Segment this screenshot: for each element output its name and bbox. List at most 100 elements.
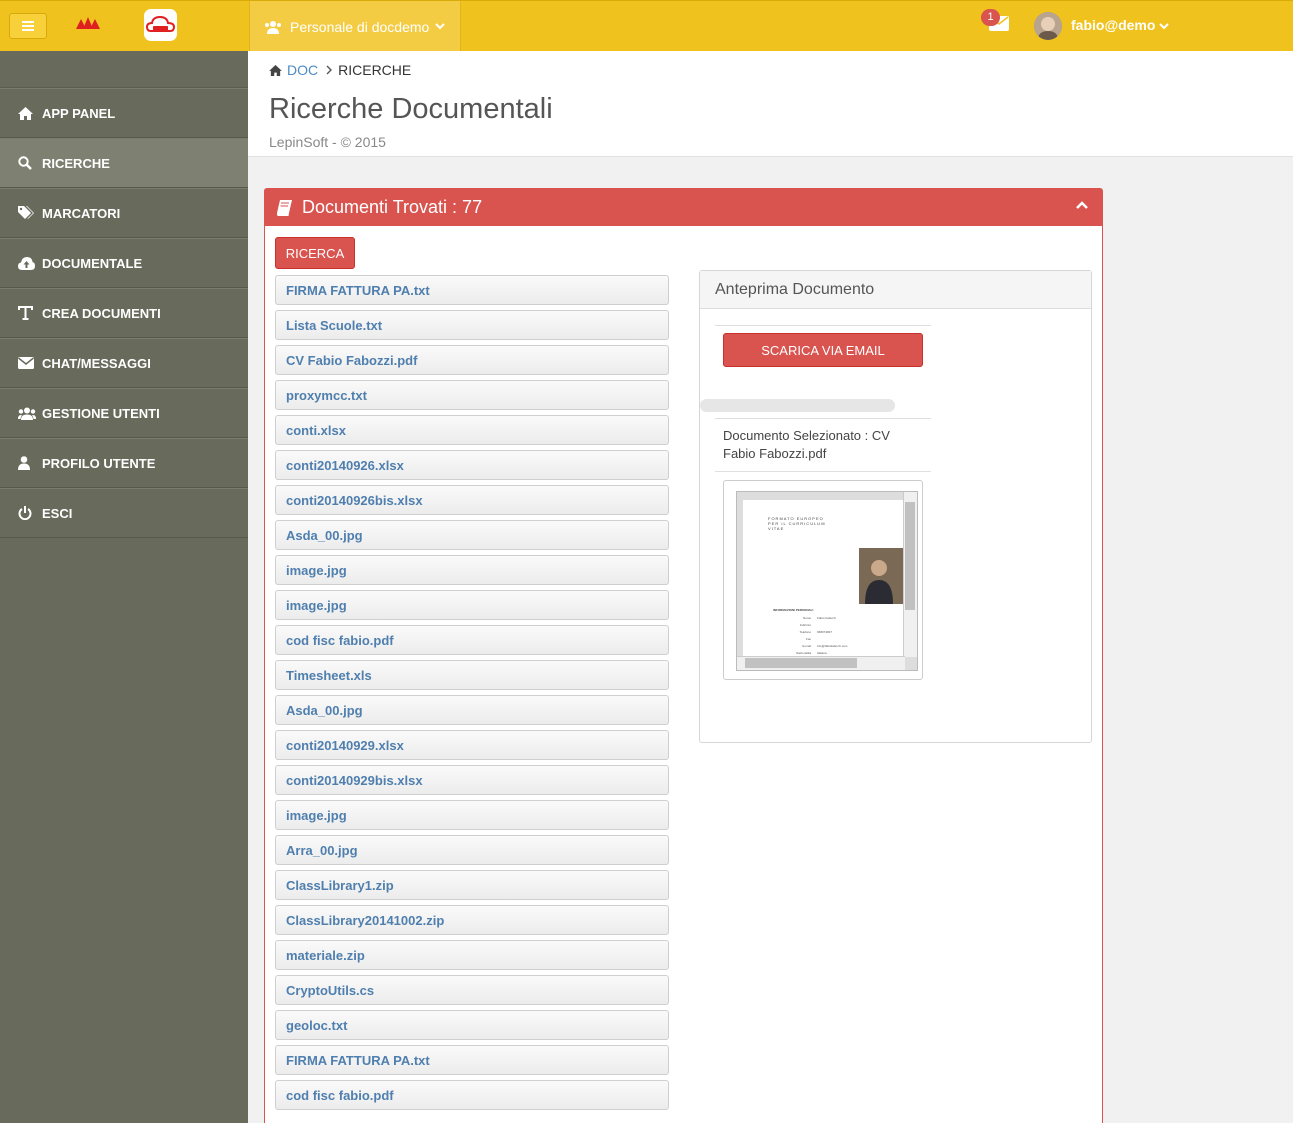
divider (715, 325, 931, 326)
organization-label: Personale di docdemo (290, 18, 430, 35)
power-icon (18, 506, 42, 520)
sidebar-item-label: MARCATORI (42, 205, 121, 221)
sidebar-item-crea-documenti[interactable]: CREA DOCUMENTI (0, 288, 248, 338)
file-list-item[interactable]: conti20140929.xlsx (275, 730, 669, 760)
divider (715, 418, 931, 419)
pdf-row: Nome Fabio Fabozzi (783, 616, 883, 620)
file-list-item[interactable]: image.jpg (275, 800, 669, 830)
breadcrumb: DOC RICERCHE (269, 62, 411, 78)
search-icon (18, 156, 42, 170)
sidebar-item-label: APP PANEL (42, 105, 116, 121)
file-list-item[interactable]: proxymcc.txt (275, 380, 669, 410)
pdf-row-key: Fax (805, 637, 811, 641)
file-list-item[interactable]: cod fisc fabio.pdf (275, 1080, 669, 1110)
file-list-item[interactable]: Timesheet.xls (275, 660, 669, 690)
file-list-item[interactable]: conti20140926bis.xlsx (275, 485, 669, 515)
file-list-item[interactable]: cod fisc fabio.pdf (275, 625, 669, 655)
pdf-row-value: Italiana (817, 651, 827, 655)
sidebar-item-label: PROFILO UTENTE (42, 455, 156, 471)
divider (715, 471, 931, 472)
user-icon (18, 456, 42, 470)
sidebar-item-esci[interactable]: ESCI (0, 488, 248, 538)
sidebar: APP PANEL RICERCHE MARCATORI DOCUMENTALE… (0, 51, 248, 1123)
file-list-item[interactable]: Asda_00.jpg (275, 520, 669, 550)
notification-badge[interactable]: 1 (981, 9, 1000, 26)
file-list-item[interactable]: materiale.zip (275, 940, 669, 970)
file-list-item[interactable]: FIRMA FATTURA PA.txt (275, 275, 669, 305)
chevron-up-icon[interactable] (1076, 201, 1088, 209)
file-list: FIRMA FATTURA PA.txt Lista Scuole.txt CV F… (275, 275, 669, 1115)
pdf-row: Telefono 068074827 (783, 630, 883, 634)
breadcrumb-current: RICERCHE (338, 62, 412, 78)
sidebar-item-label: DOCUMENTALE (42, 255, 143, 271)
file-list-item[interactable]: ClassLibrary1.zip (275, 870, 669, 900)
file-list-item[interactable]: conti20140929bis.xlsx (275, 765, 669, 795)
sidebar-item-label: CREA DOCUMENTI (42, 305, 161, 321)
pdf-heading: INFORMAZIONI PERSONALI (773, 608, 814, 612)
file-list-item[interactable]: Arra_00.jpg (275, 835, 669, 865)
app-logo-icon[interactable] (144, 9, 177, 41)
panel-header: Documenti Trovati : 77 (265, 189, 1102, 226)
pdf-row-key: Nazionalità (796, 651, 811, 655)
text-cursor-icon (18, 306, 42, 320)
user-menu[interactable]: fabio@demo (1071, 17, 1170, 33)
pdf-row: Nazionalità Italiana (783, 651, 883, 655)
search-button[interactable]: RICERCA (275, 237, 355, 269)
page-header: DOC RICERCHE Ricerche Documentali LepinS… (248, 51, 1293, 157)
preview-panel: Anteprima Documento SCARICA VIA EMAIL Do… (699, 270, 1092, 743)
sidebar-item-ricerche[interactable]: RICERCHE (0, 138, 248, 188)
sidebar-item-gestione-utenti[interactable]: GESTIONE UTENTI (0, 388, 248, 438)
breadcrumb-link-doc[interactable]: DOC (287, 62, 318, 78)
sidebar-item-profilo-utente[interactable]: PROFILO UTENTE (0, 438, 248, 488)
pdf-viewport[interactable]: FORMATO EUROPEO PER IL CURRICULUM VITAE … (736, 491, 918, 671)
pdf-row: Indirizzo (783, 623, 883, 627)
file-list-item[interactable]: FIRMA FATTURA PA.txt (275, 1045, 669, 1075)
pdf-row: Fax (783, 637, 883, 641)
top-bar: Personale di docdemo 1 fabio@demo (0, 0, 1293, 52)
pdf-row-value: info@fabiofabozzi.com (817, 644, 848, 648)
file-list-item[interactable]: conti.xlsx (275, 415, 669, 445)
pdf-row-value: 068074827 (817, 630, 833, 634)
user-label: fabio@demo (1071, 17, 1156, 33)
pdf-row-value: Fabio Fabozzi (817, 616, 836, 620)
sidebar-spacer (0, 51, 248, 88)
pdf-row-key: Indirizzo (799, 623, 811, 627)
sidebar-item-chat-messaggi[interactable]: CHAT/MESSAGGI (0, 338, 248, 388)
menu-toggle-button[interactable] (9, 13, 47, 39)
cloud-upload-icon (18, 256, 42, 270)
file-list-item[interactable]: ClassLibrary20141002.zip (275, 905, 669, 935)
pdf-row: E-mail info@fabiofabozzi.com (783, 644, 883, 648)
pdf-row-key: Nome (802, 616, 811, 620)
page-subtitle: LepinSoft - © 2015 (269, 134, 386, 150)
progress-bar (700, 399, 895, 412)
organization-dropdown[interactable]: Personale di docdemo (249, 1, 461, 52)
sidebar-item-marcatori[interactable]: MARCATORI (0, 188, 248, 238)
file-list-item[interactable]: conti20140926.xlsx (275, 450, 669, 480)
file-list-item[interactable]: geoloc.txt (275, 1010, 669, 1040)
envelope-icon (18, 357, 42, 369)
preview-title: Anteprima Documento (700, 271, 1091, 309)
panel-title: Documenti Trovati : 77 (302, 197, 483, 217)
users-icon (18, 407, 42, 420)
file-list-item[interactable]: image.jpg (275, 555, 669, 585)
file-list-item[interactable]: image.jpg (275, 590, 669, 620)
scroll-thumb[interactable] (745, 658, 857, 668)
scroll-thumb[interactable] (905, 502, 915, 610)
pdf-page: FORMATO EUROPEO PER IL CURRICULUM VITAE … (743, 500, 903, 662)
file-list-item[interactable]: CryptoUtils.cs (275, 975, 669, 1005)
horizontal-scrollbar[interactable] (737, 656, 905, 670)
pdf-viewer[interactable]: FORMATO EUROPEO PER IL CURRICULUM VITAE … (723, 480, 923, 680)
users-icon (265, 20, 281, 34)
chevron-down-icon (435, 23, 446, 30)
file-list-item[interactable]: Lista Scuole.txt (275, 310, 669, 340)
file-list-item[interactable]: CV Fabio Fabozzi.pdf (275, 345, 669, 375)
home-icon (269, 64, 282, 76)
vertical-scrollbar[interactable] (903, 492, 917, 657)
avatar[interactable] (1034, 12, 1062, 40)
download-email-button[interactable]: SCARICA VIA EMAIL (723, 333, 923, 367)
sidebar-item-documentale[interactable]: DOCUMENTALE (0, 238, 248, 288)
chevron-down-icon (1159, 23, 1170, 30)
sidebar-item-app-panel[interactable]: APP PANEL (0, 88, 248, 138)
file-list-item[interactable]: Asda_00.jpg (275, 695, 669, 725)
documents-panel: Documenti Trovati : 77 RICERCA FIRMA FAT… (264, 188, 1103, 1123)
